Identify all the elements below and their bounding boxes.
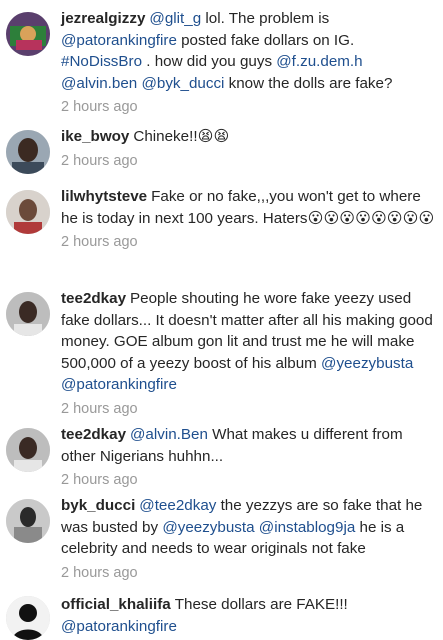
comment-username[interactable]: byk_ducci bbox=[61, 497, 135, 514]
mention-link[interactable]: @f.zu.dem.h bbox=[276, 53, 362, 70]
comment-body: byk_ducci @tee2dkay the yezzys are so fak… bbox=[61, 495, 435, 582]
comment-body: official_khaliifa These dollars are FAKE!… bbox=[61, 594, 435, 637]
comment-username[interactable]: tee2dkay bbox=[61, 426, 126, 443]
comment-text-segment: . how did you guys bbox=[142, 53, 277, 70]
comment-text-segment: Chineke!!😫😫 bbox=[133, 128, 230, 145]
mention-link[interactable]: @yeezybusta bbox=[162, 519, 254, 536]
comment-text: lilwhytsteve Fake or no fake,,,you won't … bbox=[61, 186, 435, 229]
comment-text: tee2dkay @alvin.Ben What makes u differen… bbox=[61, 424, 435, 467]
comment-body: lilwhytsteve Fake or no fake,,,you won't … bbox=[61, 186, 435, 251]
hashtag-link[interactable]: #NoDissBro bbox=[61, 53, 142, 70]
comment-text: tee2dkay People shouting he wore fake yee… bbox=[61, 288, 435, 396]
comment-text-segment: posted fake dollars on IG. bbox=[176, 31, 355, 49]
comment-username[interactable]: ike_bwoy bbox=[61, 128, 129, 145]
comment-text: ike_bwoy Chineke!!😫😫 bbox=[61, 126, 435, 148]
mention-link[interactable]: @patorankingfire bbox=[61, 32, 177, 49]
mention-link[interactable]: @byk_ducci bbox=[141, 75, 224, 92]
comment-username[interactable]: tee2dkay bbox=[61, 290, 126, 307]
avatar[interactable] bbox=[6, 12, 50, 56]
avatar[interactable] bbox=[6, 499, 50, 543]
comment-username[interactable]: jezrealgizzy bbox=[61, 10, 145, 27]
comment-body: ike_bwoy Chineke!!😫😫 2 hours ago bbox=[61, 126, 435, 170]
comments-feed: jezrealgizzy @glit_g lol. The problem is … bbox=[0, 0, 443, 640]
comment-content: Chineke!!😫😫 bbox=[133, 128, 229, 145]
comment-timestamp: 2 hours ago bbox=[61, 234, 138, 250]
comment-text-segment: These dollars are FAKE!!! bbox=[174, 596, 348, 613]
mention-link[interactable]: @tee2dkay bbox=[139, 497, 216, 514]
mention-link[interactable]: @patorankingfire bbox=[61, 618, 177, 635]
comment-body: tee2dkay People shouting he wore fake yee… bbox=[61, 288, 435, 418]
comment-text-segment: know the dolls are fake? bbox=[224, 74, 393, 92]
mention-link[interactable]: @instablog9ja bbox=[259, 519, 355, 536]
comment-username[interactable]: lilwhytsteve bbox=[61, 188, 147, 205]
comment-timestamp: 2 hours ago bbox=[61, 564, 138, 581]
avatar[interactable] bbox=[6, 596, 50, 640]
comment-timestamp: 2 hours ago bbox=[61, 400, 138, 417]
comment-timestamp: 2 hours ago bbox=[61, 472, 138, 488]
avatar[interactable] bbox=[6, 130, 50, 174]
avatar[interactable] bbox=[6, 428, 50, 472]
comment-text-segment: lol. The problem is bbox=[201, 10, 330, 27]
mention-link[interactable]: @alvin.ben bbox=[61, 75, 137, 92]
comment-body: jezrealgizzy @glit_g lol. The problem is … bbox=[61, 8, 435, 116]
mention-link[interactable]: @patorankingfire bbox=[61, 376, 177, 393]
mention-link[interactable]: @alvin.Ben bbox=[130, 426, 208, 443]
comment-text: byk_ducci @tee2dkay the yezzys are so fak… bbox=[61, 495, 435, 560]
comment-text: official_khaliifa These dollars are FAKE!… bbox=[61, 594, 435, 637]
mention-link[interactable]: @glit_g bbox=[149, 10, 201, 27]
avatar[interactable] bbox=[6, 190, 50, 234]
comment-timestamp: 2 hours ago bbox=[61, 99, 138, 115]
comment-username[interactable]: official_khaliifa bbox=[61, 596, 171, 613]
avatar[interactable] bbox=[6, 292, 50, 336]
comment-body: tee2dkay @alvin.Ben What makes u differen… bbox=[61, 424, 435, 489]
comment-timestamp: 2 hours ago bbox=[61, 152, 138, 169]
mention-link[interactable]: @yeezybusta bbox=[321, 355, 413, 372]
comment-text: jezrealgizzy @glit_g lol. The problem is … bbox=[61, 8, 435, 94]
